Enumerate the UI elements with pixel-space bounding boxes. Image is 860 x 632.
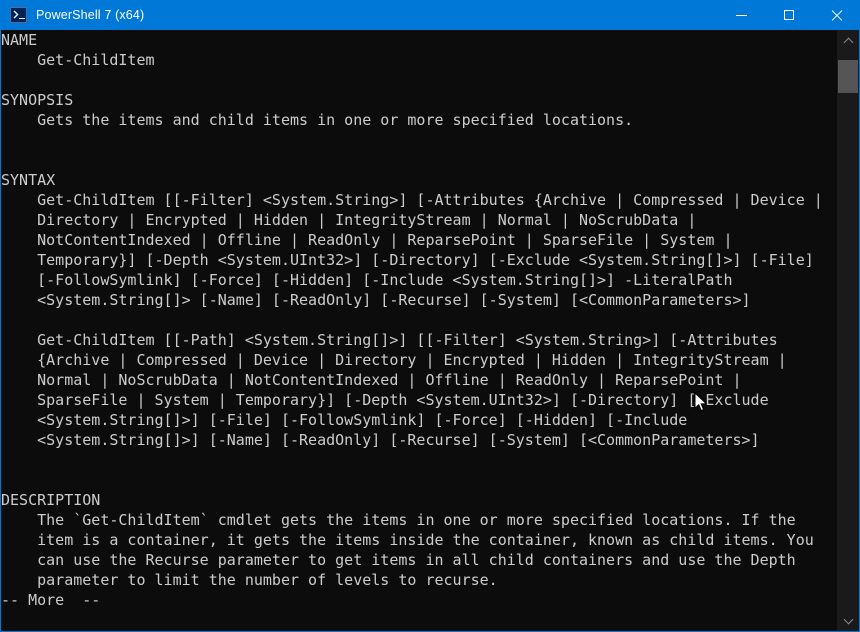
prompt-underscore-icon bbox=[19, 17, 25, 19]
console-line: Temporary}] [-Depth <System.UInt32>] [-D… bbox=[1, 251, 814, 269]
console-line: SYNOPSIS bbox=[1, 91, 74, 109]
console-area[interactable]: NAME Get-ChildItem SYNOPSIS Gets the item… bbox=[1, 30, 859, 631]
scrollbar-track[interactable] bbox=[837, 52, 859, 609]
console-line: SYNTAX bbox=[1, 171, 56, 189]
console-line: item is a container, it gets the items i… bbox=[1, 531, 814, 549]
console-line: NotContentIndexed | Offline | ReadOnly |… bbox=[1, 231, 733, 249]
console-line: DESCRIPTION bbox=[1, 491, 101, 509]
scrollbar[interactable] bbox=[837, 30, 859, 631]
console-line: can use the Recurse parameter to get ite… bbox=[1, 551, 796, 569]
console-line: <System.String[]> [-Name] [-ReadOnly] [-… bbox=[1, 291, 751, 309]
console-line: Get-ChildItem bbox=[1, 51, 155, 69]
console-line: The `Get-ChildItem` cmdlet gets the item… bbox=[1, 511, 796, 529]
console-line: NAME bbox=[1, 31, 38, 49]
maximize-icon bbox=[783, 10, 794, 20]
console-line: Get-ChildItem [[-Path] <System.String[]>… bbox=[1, 331, 778, 349]
scrollbar-thumb[interactable] bbox=[838, 60, 858, 93]
maximize-button[interactable] bbox=[765, 0, 812, 30]
console-line: Directory | Encrypted | Hidden | Integri… bbox=[1, 211, 697, 229]
chevron-up-icon bbox=[844, 37, 852, 45]
console-line: Gets the items and child items in one or… bbox=[1, 111, 634, 129]
console-line: Get-ChildItem [[-Filter] <System.String>… bbox=[1, 191, 823, 209]
chevron-down-icon bbox=[844, 616, 852, 624]
console-line: parameter to limit the number of levels … bbox=[1, 571, 498, 589]
console-line: {Archive | Compressed | Device | Directo… bbox=[1, 351, 787, 369]
scrollbar-down-button[interactable] bbox=[837, 609, 859, 631]
console-line: -- More -- bbox=[1, 591, 101, 609]
powershell-window: PowerShell 7 (x64) NAME Get-ChildItem SYN… bbox=[0, 0, 860, 632]
close-icon bbox=[830, 9, 842, 21]
minimize-icon bbox=[736, 14, 747, 16]
title-bar[interactable]: PowerShell 7 (x64) bbox=[1, 0, 859, 30]
console-line: SparseFile | System | Temporary}] [-Dept… bbox=[1, 391, 769, 409]
console-line: [-FollowSymlink] [-Force] [-Hidden] [-In… bbox=[1, 271, 733, 289]
console-line: <System.String[]>] [-Name] [-ReadOnly] [… bbox=[1, 431, 760, 449]
powershell-icon bbox=[10, 7, 27, 23]
window-title: PowerShell 7 (x64) bbox=[36, 8, 145, 22]
title-bar-left: PowerShell 7 (x64) bbox=[1, 7, 718, 23]
minimize-button[interactable] bbox=[718, 0, 765, 30]
window-controls bbox=[718, 0, 859, 30]
console-line: <System.String[]>] [-File] [-FollowSymli… bbox=[1, 411, 688, 429]
console-output[interactable]: NAME Get-ChildItem SYNOPSIS Gets the item… bbox=[1, 30, 837, 631]
scrollbar-up-button[interactable] bbox=[837, 30, 859, 52]
close-button[interactable] bbox=[812, 0, 859, 30]
console-line: Normal | NoScrubData | NotContentIndexed… bbox=[1, 371, 742, 389]
